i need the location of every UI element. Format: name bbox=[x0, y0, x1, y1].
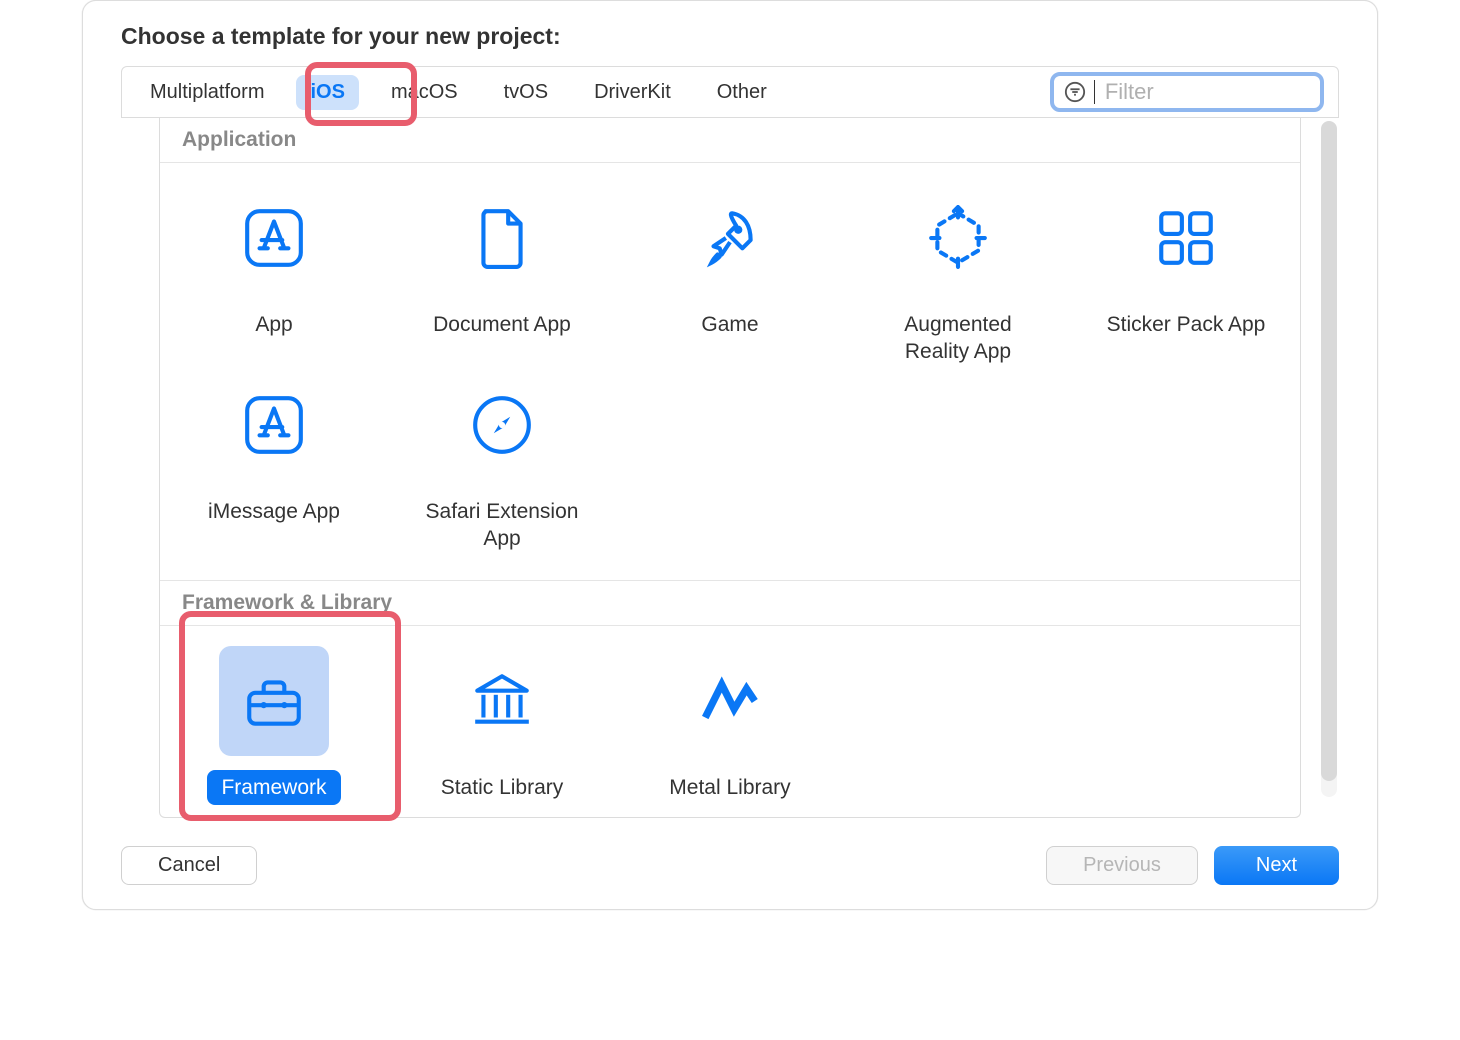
template-metal-library[interactable]: Metal Library bbox=[616, 646, 844, 805]
tab-macos[interactable]: macOS bbox=[377, 75, 472, 110]
template-document-app[interactable]: Document App bbox=[388, 183, 616, 370]
rocket-icon bbox=[697, 205, 763, 271]
template-label: iMessage App bbox=[194, 494, 354, 529]
template-imessage-app[interactable]: iMessage App bbox=[160, 370, 388, 557]
template-scroll-area[interactable]: Application App Document App Game Augmen… bbox=[159, 118, 1301, 818]
template-safari-extension[interactable]: Safari Extension App bbox=[388, 370, 616, 557]
tab-ios[interactable]: iOS bbox=[296, 75, 358, 110]
filter-input[interactable] bbox=[1103, 78, 1310, 106]
previous-button: Previous bbox=[1046, 846, 1198, 885]
tab-tvos[interactable]: tvOS bbox=[490, 75, 562, 110]
app-icon bbox=[241, 392, 307, 458]
template-framework[interactable]: Framework bbox=[160, 646, 388, 805]
tab-driverkit[interactable]: DriverKit bbox=[580, 75, 685, 110]
template-label: Sticker Pack App bbox=[1093, 307, 1280, 342]
scrollbar[interactable] bbox=[1321, 121, 1337, 797]
filter-icon bbox=[1064, 81, 1086, 103]
template-label: Safari Extension App bbox=[402, 494, 602, 557]
metal-icon bbox=[697, 668, 763, 734]
template-ar-app[interactable]: Augmented Reality App bbox=[844, 183, 1072, 370]
tab-other[interactable]: Other bbox=[703, 75, 781, 110]
template-label: Document App bbox=[419, 307, 585, 342]
template-label: Metal Library bbox=[655, 770, 804, 805]
template-label: Game bbox=[687, 307, 772, 342]
app-icon bbox=[241, 205, 307, 271]
template-game[interactable]: Game bbox=[616, 183, 844, 370]
button-row: Cancel Previous Next bbox=[121, 846, 1339, 885]
template-label: Augmented Reality App bbox=[858, 307, 1058, 370]
grid4-icon bbox=[1153, 205, 1219, 271]
cancel-button[interactable]: Cancel bbox=[121, 846, 257, 885]
template-static-library[interactable]: Static Library bbox=[388, 646, 616, 805]
template-label: Static Library bbox=[427, 770, 578, 805]
ar-icon bbox=[925, 205, 991, 271]
section-header-framework: Framework & Library bbox=[160, 580, 1300, 626]
toolbox-icon bbox=[241, 668, 307, 734]
text-cursor bbox=[1094, 80, 1095, 104]
next-button[interactable]: Next bbox=[1214, 846, 1339, 885]
template-label: App bbox=[241, 307, 306, 342]
template-sticker-pack[interactable]: Sticker Pack App bbox=[1072, 183, 1300, 370]
template-label: Framework bbox=[207, 770, 340, 805]
platform-tabbar: Multiplatform iOS macOS tvOS DriverKit O… bbox=[121, 66, 1339, 118]
compass-icon bbox=[469, 392, 535, 458]
tab-multiplatform[interactable]: Multiplatform bbox=[136, 75, 278, 110]
scrollbar-thumb[interactable] bbox=[1321, 121, 1337, 781]
library-icon bbox=[469, 668, 535, 734]
new-project-sheet: Choose a template for your new project: … bbox=[82, 0, 1378, 910]
filter-field[interactable] bbox=[1050, 72, 1324, 112]
section-header-application: Application bbox=[160, 118, 1300, 163]
document-icon bbox=[469, 205, 535, 271]
template-app[interactable]: App bbox=[160, 183, 388, 370]
sheet-title: Choose a template for your new project: bbox=[83, 1, 1377, 50]
